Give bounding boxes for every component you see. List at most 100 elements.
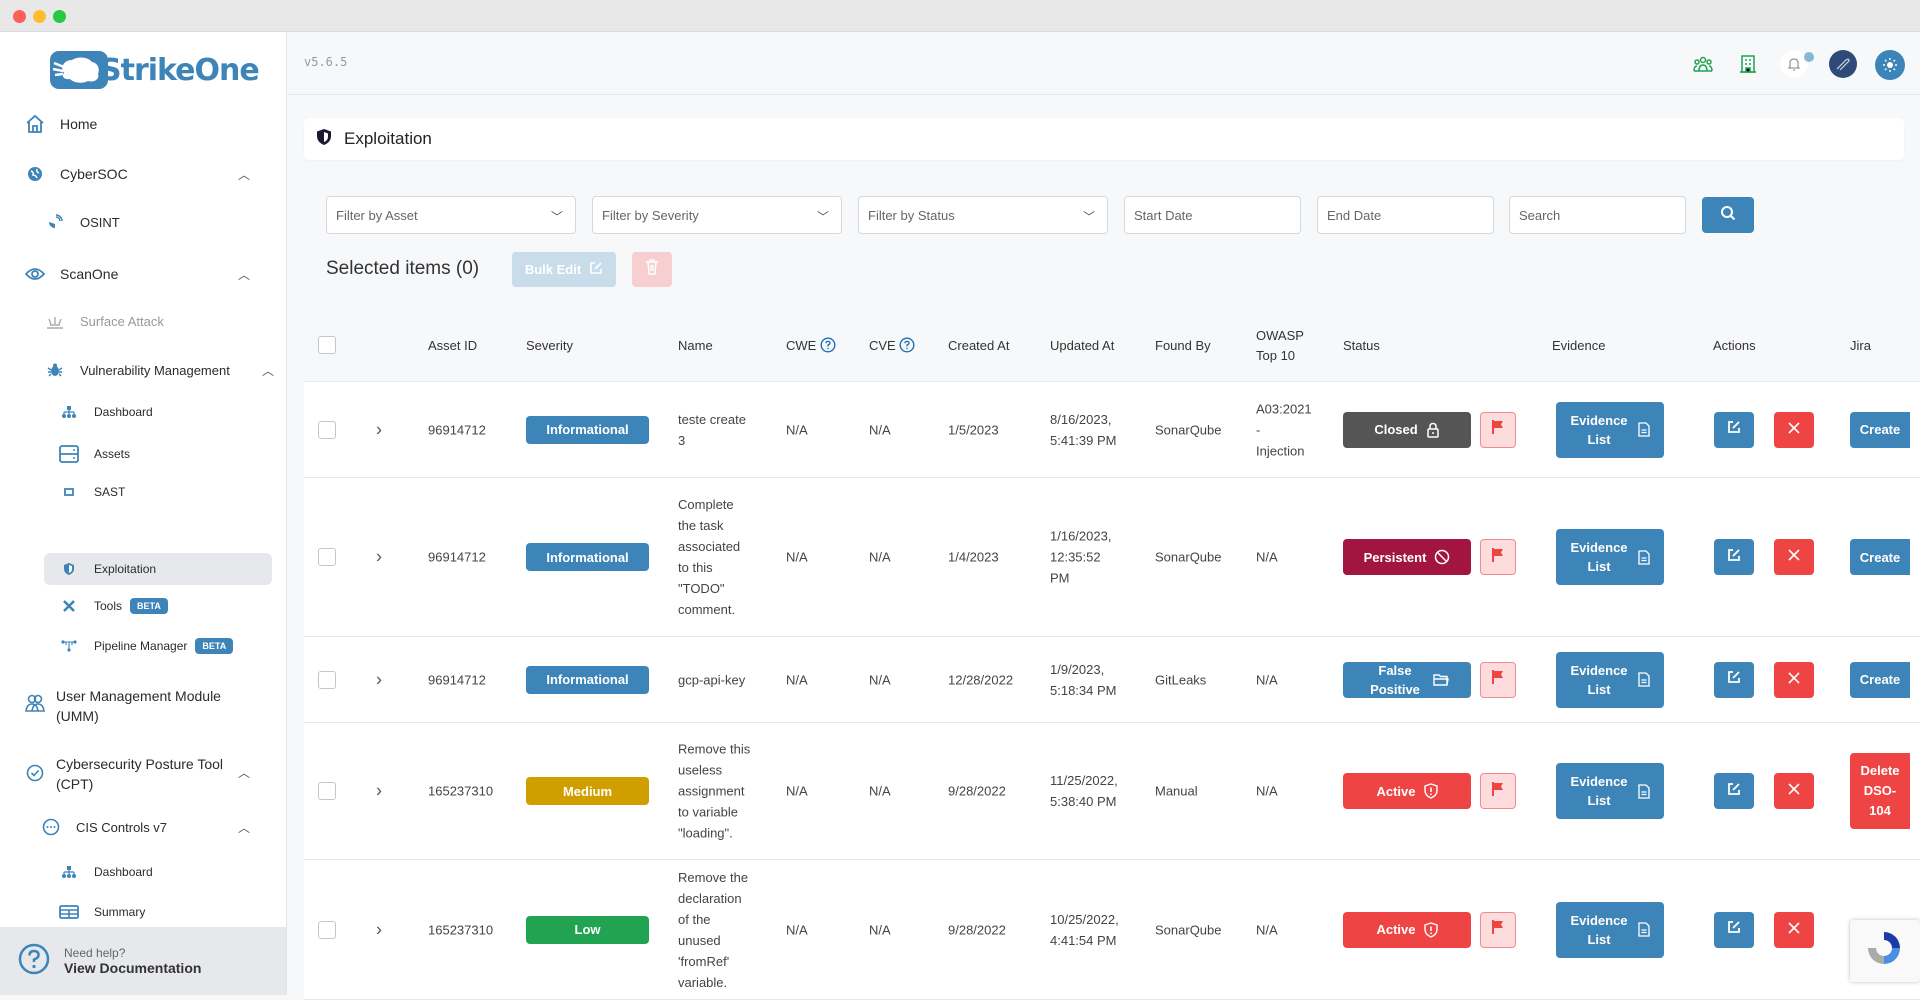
expand-chevron-icon[interactable]: › xyxy=(376,919,382,940)
expand-chevron-icon[interactable]: › xyxy=(376,547,382,568)
jira-create-button[interactable]: Create xyxy=(1850,411,1910,448)
sidebar-item-scanone[interactable]: ScanOne ︿ xyxy=(24,266,274,282)
evidence-list-button[interactable]: Evidence List xyxy=(1556,763,1664,819)
sidebar-item-cpt[interactable]: Cybersecurity Posture Tool (CPT) ︿ xyxy=(24,754,274,794)
chevron-up-icon[interactable]: ︿ xyxy=(262,362,274,379)
sidebar-item-cis-v7[interactable]: CIS Controls v7 ︿ xyxy=(40,818,274,836)
sidebar-item-vm-assets[interactable]: Assets xyxy=(58,445,130,463)
window-maximize-button[interactable] xyxy=(53,10,66,23)
delete-button[interactable] xyxy=(1774,773,1814,809)
header-owasp[interactable]: OWASP Top 10 xyxy=(1256,326,1304,366)
header-created-at[interactable]: Created At xyxy=(948,336,1009,356)
vulnerability-name[interactable]: Remove the declaration of the unused 'fromRe… xyxy=(678,867,758,993)
teams-icon[interactable] xyxy=(1689,50,1717,78)
sidebar-item-vm-exploitation[interactable]: Exploitation xyxy=(44,553,272,585)
vulnerability-name[interactable]: teste create 3 xyxy=(678,409,758,451)
sidebar-item-home[interactable]: Home xyxy=(24,114,97,134)
select-all-checkbox[interactable] xyxy=(318,336,336,354)
flag-button[interactable] xyxy=(1480,539,1516,575)
status-button[interactable]: Active xyxy=(1343,911,1471,948)
sidebar-item-vm-tools[interactable]: Tools BETA xyxy=(58,598,168,614)
expand-chevron-icon[interactable]: › xyxy=(376,669,382,690)
delete-button[interactable] xyxy=(1774,539,1814,575)
row-checkbox[interactable] xyxy=(318,782,336,800)
filter-asset-select[interactable]: Filter by Asset ﹀ xyxy=(326,196,576,234)
row-checkbox[interactable] xyxy=(318,420,336,439)
evidence-list-button[interactable]: Evidence List xyxy=(1556,651,1664,708)
sidebar-item-cybersoc[interactable]: CyberSOC ︿ xyxy=(24,166,274,182)
sidebar-item-vm-dashboard[interactable]: Dashboard xyxy=(58,405,153,419)
edit-button[interactable] xyxy=(1714,773,1754,809)
sidebar-item-vulnerability-management[interactable]: Vulnerability Management ︿ xyxy=(44,362,274,378)
edit-button[interactable] xyxy=(1714,411,1754,448)
filter-status-select[interactable]: Filter by Status ﹀ xyxy=(858,196,1108,234)
logo[interactable]: StrikeOne xyxy=(50,50,260,90)
status-button[interactable]: Active xyxy=(1343,773,1471,809)
recaptcha-badge[interactable] xyxy=(1850,920,1920,982)
header-asset-id[interactable]: Asset ID xyxy=(428,336,477,356)
row-checkbox[interactable] xyxy=(318,548,336,566)
help-circle-icon[interactable] xyxy=(820,337,836,359)
view-documentation-link[interactable]: View Documentation xyxy=(64,960,201,976)
header-name[interactable]: Name xyxy=(678,336,713,356)
start-date-input[interactable]: Start Date xyxy=(1124,196,1301,234)
chevron-up-icon[interactable]: ︿ xyxy=(238,266,250,283)
help-circle-icon[interactable] xyxy=(899,337,915,359)
window-minimize-button[interactable] xyxy=(33,10,46,23)
evidence-list-button[interactable]: Evidence List xyxy=(1556,401,1664,458)
vulnerability-name[interactable]: Remove this useless assignment to variable "… xyxy=(678,739,758,844)
sidebar-item-osint[interactable]: OSINT xyxy=(44,214,120,230)
sidebar-item-cis-dashboard[interactable]: Dashboard xyxy=(58,865,153,879)
sidebar-item-vm-sast[interactable]: SAST xyxy=(58,485,125,499)
help-panel[interactable]: Need help? View Documentation xyxy=(0,927,286,995)
edit-button[interactable] xyxy=(1714,661,1754,698)
delete-button[interactable] xyxy=(1774,411,1814,448)
window-close-button[interactable] xyxy=(13,10,26,23)
row-checkbox[interactable] xyxy=(318,920,336,939)
status-button[interactable]: False Positive xyxy=(1343,661,1471,698)
end-date-input[interactable]: End Date xyxy=(1317,196,1494,234)
sidebar-item-cis-summary[interactable]: Summary xyxy=(58,905,145,919)
header-cwe[interactable]: CWE xyxy=(786,336,836,359)
edit-button[interactable] xyxy=(1714,539,1754,575)
chevron-up-icon[interactable]: ︿ xyxy=(238,166,250,183)
bulk-edit-button[interactable]: Bulk Edit xyxy=(512,252,616,287)
flag-button[interactable] xyxy=(1480,411,1516,448)
header-status[interactable]: Status xyxy=(1343,336,1380,356)
sidebar-item-umm[interactable]: User Management Module (UMM) xyxy=(24,686,221,726)
search-button[interactable] xyxy=(1702,197,1754,233)
expand-chevron-icon[interactable]: › xyxy=(376,781,382,802)
jira-delete-button[interactable]: Delete DSO-104 xyxy=(1850,753,1910,829)
sidebar-item-surface-attack[interactable]: Surface Attack xyxy=(44,314,164,329)
vulnerability-name[interactable]: Complete the task associated to this "TODO" c… xyxy=(678,494,758,620)
header-cve[interactable]: CVE xyxy=(869,336,915,359)
sidebar-item-label: Vulnerability Management xyxy=(80,362,230,378)
header-updated-at[interactable]: Updated At xyxy=(1050,336,1114,356)
flag-button[interactable] xyxy=(1480,661,1516,698)
delete-button[interactable] xyxy=(1774,911,1814,948)
filter-severity-select[interactable]: Filter by Severity ﹀ xyxy=(592,196,842,234)
edit-button[interactable] xyxy=(1714,911,1754,948)
evidence-list-button[interactable]: Evidence List xyxy=(1556,529,1664,585)
flag-button[interactable] xyxy=(1480,911,1516,948)
jira-create-button[interactable]: Create xyxy=(1850,661,1910,698)
delete-button[interactable] xyxy=(1774,661,1814,698)
avatar[interactable] xyxy=(1829,50,1857,78)
status-button[interactable]: Closed xyxy=(1343,411,1471,448)
sidebar-item-vm-pipeline-manager[interactable]: Pipeline Manager BETA xyxy=(58,638,234,654)
row-checkbox[interactable] xyxy=(318,670,336,689)
bulk-delete-button[interactable] xyxy=(632,252,672,287)
search-input[interactable]: Search xyxy=(1509,196,1686,234)
status-button[interactable]: Persistent xyxy=(1343,539,1471,575)
jira-create-button[interactable]: Create xyxy=(1850,539,1910,575)
chevron-up-icon[interactable]: ︿ xyxy=(238,819,250,836)
header-found-by[interactable]: Found By xyxy=(1155,336,1211,356)
header-severity[interactable]: Severity xyxy=(526,336,573,356)
evidence-list-button[interactable]: Evidence List xyxy=(1556,901,1664,958)
flag-button[interactable] xyxy=(1480,773,1516,809)
theme-toggle-icon[interactable] xyxy=(1875,50,1905,80)
expand-chevron-icon[interactable]: › xyxy=(376,419,382,440)
building-icon[interactable] xyxy=(1734,50,1762,78)
chevron-up-icon[interactable]: ︿ xyxy=(238,764,250,781)
vulnerability-name[interactable]: gcp-api-key xyxy=(678,669,758,690)
